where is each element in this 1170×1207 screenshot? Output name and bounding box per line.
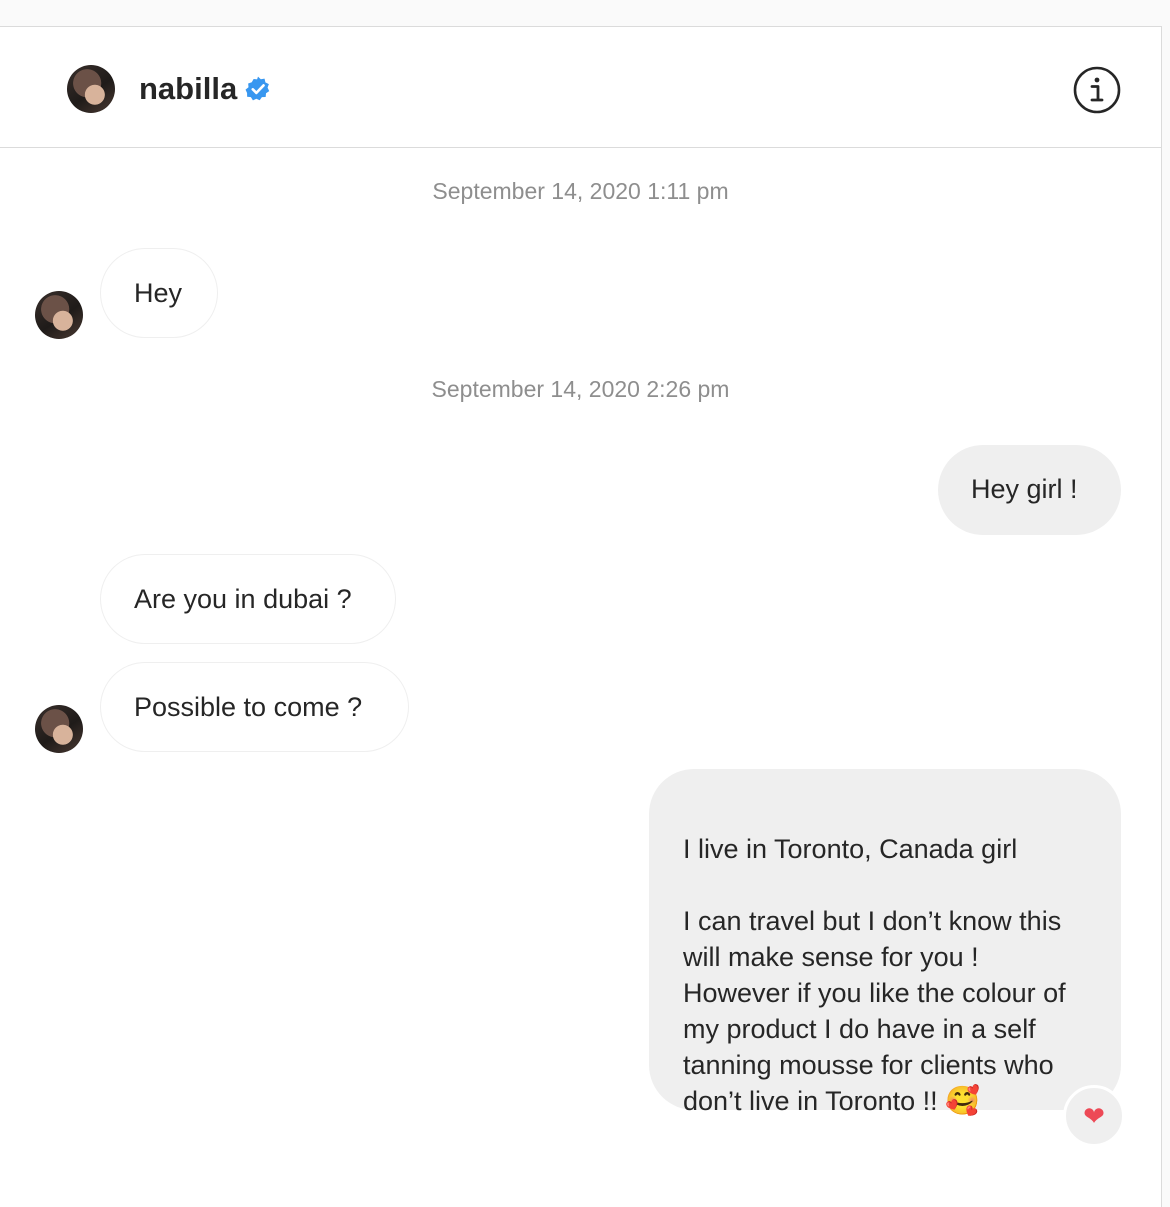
username[interactable]: nabilla — [139, 71, 237, 107]
profile-avatar[interactable] — [67, 65, 115, 113]
chat-header: nabilla — [0, 27, 1161, 148]
sender-avatar[interactable] — [35, 705, 83, 753]
smiling-face-with-hearts-emoji: 🥰 — [945, 1085, 981, 1116]
message-timestamp: September 14, 2020 2:26 pm — [431, 376, 730, 402]
chat-panel: nabilla September 14, 2020 1:11 pm Hey S… — [0, 26, 1162, 1207]
info-icon[interactable] — [1073, 66, 1121, 114]
outgoing-message-bubble[interactable]: Hey girl ! — [938, 445, 1121, 535]
heart-reaction-icon[interactable]: ❤ — [1063, 1085, 1125, 1147]
incoming-message-bubble[interactable]: Possible to come ? — [100, 662, 409, 752]
message-timestamp: September 14, 2020 1:11 pm — [432, 178, 729, 204]
message-text: I live in Toronto, Canada girl I can tra… — [683, 834, 1066, 1116]
outgoing-message-bubble[interactable]: I live in Toronto, Canada girl I can tra… — [649, 769, 1121, 1116]
incoming-message-bubble[interactable]: Are you in dubai ? — [100, 554, 396, 644]
verified-badge-icon — [245, 76, 270, 101]
sender-avatar[interactable] — [35, 291, 83, 339]
incoming-message-bubble[interactable]: Hey — [100, 248, 218, 338]
